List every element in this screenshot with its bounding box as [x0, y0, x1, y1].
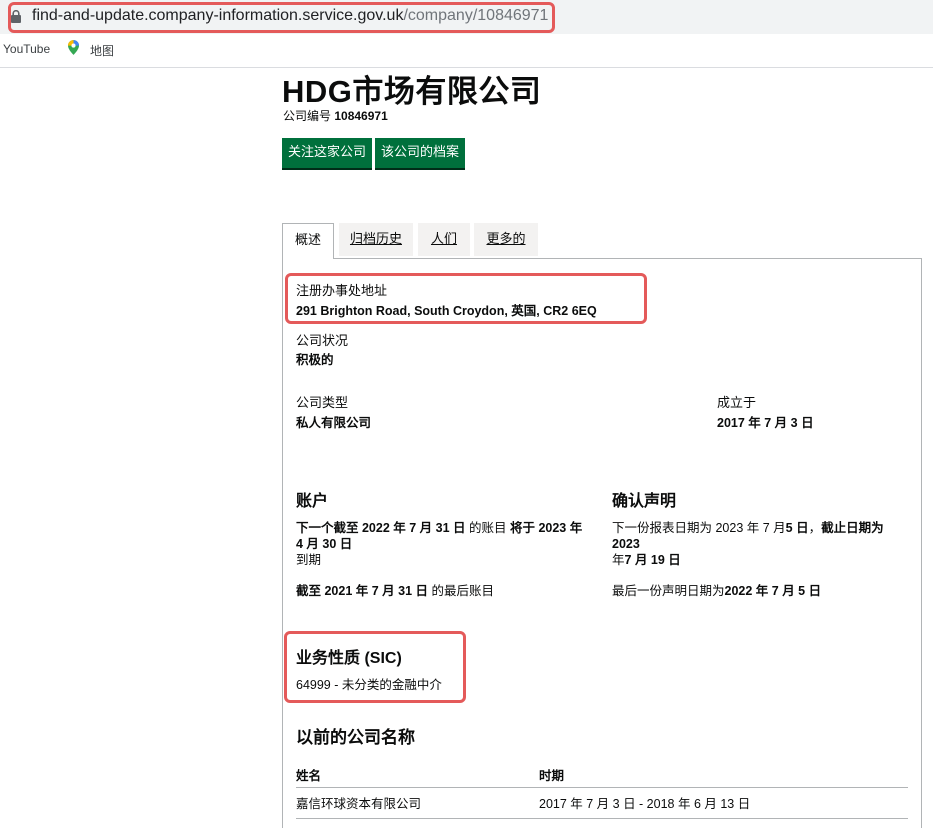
map-pin-icon: [68, 40, 79, 55]
accounts-last: 截至 2021 年 7 月 31 日 的最后账目: [296, 583, 494, 599]
column-header-period: 时期: [539, 769, 565, 783]
incorporated-label: 成立于: [717, 395, 757, 410]
confirmation-next-b: 5 日: [785, 521, 809, 535]
previous-names-heading: 以前的公司名称: [296, 728, 415, 747]
bookmark-maps[interactable]: 地图: [90, 42, 114, 59]
bookmark-youtube[interactable]: YouTube: [3, 42, 50, 56]
tab-more-label: 更多的: [486, 231, 526, 246]
bookmarks-bar: [0, 34, 933, 68]
previous-name-cell: 嘉信环球资本有限公司: [296, 797, 422, 811]
table-divider: [296, 787, 908, 788]
confirmation-next: 下一份报表日期为 2023 年 7 月5 日，截止日期为 2023 年7 月 19…: [612, 520, 907, 568]
company-type-label: 公司类型: [296, 395, 349, 410]
company-status-label: 公司状况: [296, 333, 349, 348]
tab-people[interactable]: 人们: [418, 223, 470, 256]
company-status-value: 积极的: [296, 353, 334, 367]
company-name: HDG市场有限公司: [282, 74, 542, 109]
confirmation-next-f: 7 月 19 日: [624, 553, 681, 567]
company-type-value: 私人有限公司: [296, 416, 372, 430]
confirmation-last: 最后一份声明日期为2022 年 7 月 5 日: [612, 583, 821, 599]
company-number-value: 10846971: [334, 109, 388, 123]
confirmation-heading: 确认声明: [612, 493, 677, 510]
accounts-heading: 账户: [296, 493, 329, 510]
url-highlight: [8, 2, 555, 33]
accounts-next-prefix: 下一个截至 2022 年 7 月 31 日: [296, 521, 466, 535]
table-row-divider: [296, 818, 908, 819]
tab-filing-history-label: 归档历史: [349, 231, 402, 246]
registered-office-value: 291 Brighton Road, South Croydon, 英国, CR…: [296, 304, 597, 318]
tab-overview-label: 概述: [294, 232, 321, 247]
accounts-next: 下一个截至 2022 年 7 月 31 日 的账目 将于 2023 年 4 月 …: [296, 520, 591, 568]
accounts-last-suffix: 的最后账目: [428, 584, 494, 598]
tab-filing-history[interactable]: 归档历史: [339, 223, 413, 256]
confirmation-next-c: ，: [808, 521, 822, 535]
accounts-next-suffix: 到期: [296, 553, 322, 567]
column-header-name: 姓名: [296, 769, 322, 783]
incorporated-value: 2017 年 7 月 3 日: [717, 416, 814, 430]
registered-office-label: 注册办事处地址: [296, 283, 388, 298]
accounts-last-bold: 截至 2021 年 7 月 31 日: [296, 584, 429, 598]
confirmation-next-e: 年: [612, 553, 625, 567]
sic-code: 64999 - 未分类的金融中介: [296, 678, 442, 692]
tab-people-label: 人们: [430, 231, 457, 246]
company-file-button[interactable]: 该公司的档案: [375, 138, 465, 168]
company-number-label: 公司编号: [283, 109, 332, 123]
sic-heading: 业务性质 (SIC): [296, 650, 402, 667]
previous-period-cell: 2017 年 7 月 3 日 - 2018 年 6 月 13 日: [539, 797, 751, 811]
company-number: 公司编号 10846971: [283, 107, 388, 124]
confirmation-last-bold: 2022 年 7 月 5 日: [724, 584, 822, 598]
tab-overview[interactable]: 概述: [282, 223, 334, 259]
follow-company-button[interactable]: 关注这家公司: [282, 138, 372, 168]
confirmation-next-a: 下一份报表日期为 2023 年 7 月: [612, 521, 786, 535]
accounts-next-middle: 的账目: [465, 521, 510, 535]
confirmation-last-prefix: 最后一份声明日期为: [612, 584, 725, 598]
tab-more[interactable]: 更多的: [474, 223, 538, 256]
